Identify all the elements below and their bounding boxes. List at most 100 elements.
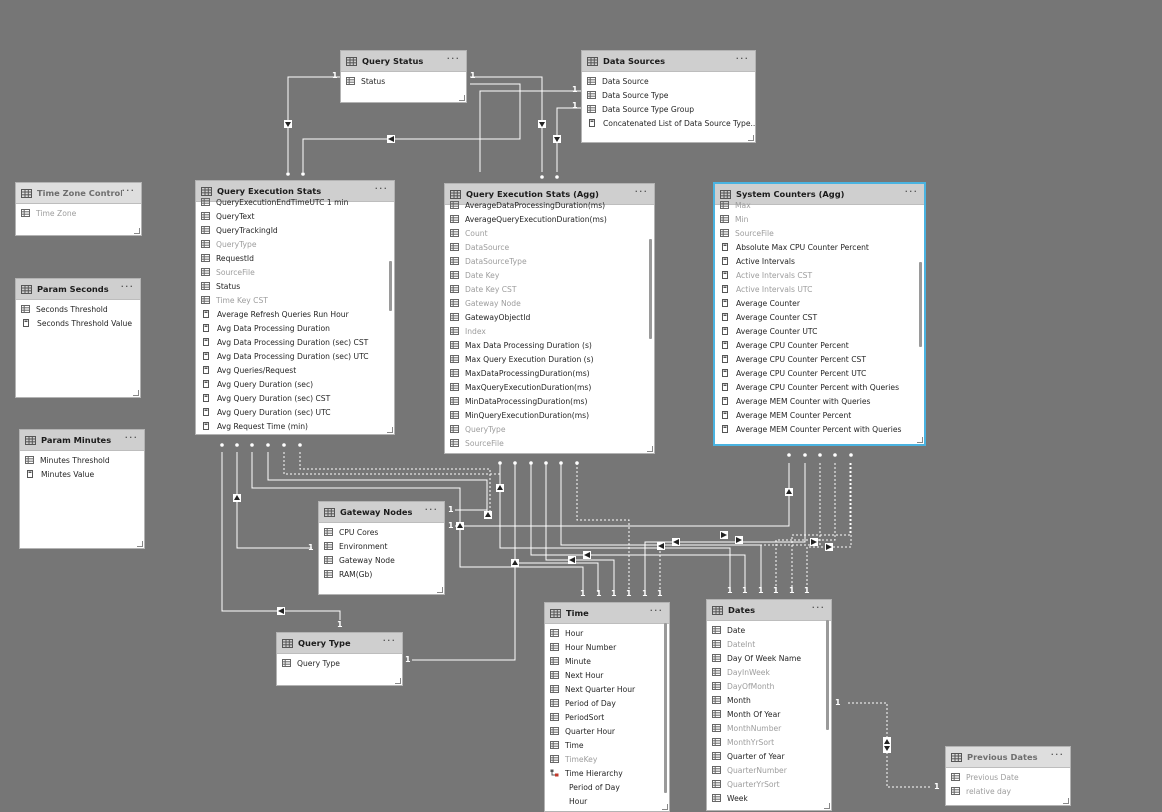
resize-handle[interactable] — [662, 804, 668, 810]
field-row[interactable]: DayOfMonth — [707, 679, 831, 693]
field-row[interactable]: Avg Data Processing Duration — [196, 321, 394, 335]
field-row[interactable]: RequestId — [196, 251, 394, 265]
field-row[interactable]: Status — [196, 279, 394, 293]
field-row[interactable]: QueryType — [196, 237, 394, 251]
table-card-query-execution-stats[interactable]: Query Execution Stats ··· QueryExecutionEn… — [195, 180, 395, 435]
field-row[interactable]: Date — [707, 623, 831, 637]
scrollbar[interactable] — [919, 262, 922, 347]
field-row[interactable]: Average CPU Counter Percent with Queries — [715, 380, 924, 394]
field-row[interactable]: Average Refresh Queries Run Hour — [196, 307, 394, 321]
table-card-previous-dates[interactable]: Previous Dates ··· Previous Date relative d… — [945, 746, 1071, 806]
table-header[interactable]: Previous Dates ··· — [946, 747, 1070, 768]
field-row[interactable]: QuarterYrSort — [707, 777, 831, 791]
field-row[interactable]: MonthNumber — [707, 721, 831, 735]
table-header[interactable]: Time Zone Control ··· — [16, 183, 141, 204]
field-row[interactable]: Hour Number — [545, 640, 669, 654]
field-row[interactable]: Average CPU Counter Percent — [715, 338, 924, 352]
field-row[interactable]: MaxQueryExecutionDuration(ms) — [445, 380, 654, 394]
field-row[interactable]: Average Counter CST — [715, 310, 924, 324]
field-row[interactable]: Avg Data Processing Duration (sec) CST — [196, 335, 394, 349]
table-card-query-execution-stats-agg[interactable]: Query Execution Stats (Agg) ··· AverageDat… — [444, 183, 655, 454]
field-row[interactable]: Minutes Threshold — [20, 453, 144, 467]
field-row[interactable]: TimeKey — [545, 752, 669, 766]
field-row[interactable]: MonthYrSort — [707, 735, 831, 749]
field-row[interactable]: AverageQueryExecutionDuration(ms) — [445, 212, 654, 226]
more-options-icon[interactable]: ··· — [425, 504, 439, 518]
scrollbar[interactable] — [649, 239, 652, 339]
table-header[interactable]: Query Status ··· — [341, 51, 466, 72]
field-row[interactable]: Average Counter UTC — [715, 324, 924, 338]
table-header[interactable]: Data Sources ··· — [582, 51, 755, 72]
field-row[interactable]: Month — [707, 693, 831, 707]
field-row[interactable]: Date Key CST — [445, 282, 654, 296]
field-row[interactable]: DataSource — [445, 240, 654, 254]
field-row[interactable]: Index — [445, 324, 654, 338]
table-card-time-zone-control[interactable]: Time Zone Control ··· Time Zone — [15, 182, 142, 236]
table-card-time[interactable]: Time ··· Hour Hour Number Minute Next Hour Nex… — [544, 602, 670, 812]
field-row[interactable]: SourceFile — [715, 226, 924, 240]
more-options-icon[interactable]: ··· — [121, 281, 135, 295]
field-row[interactable]: Data Source — [582, 74, 755, 88]
table-header[interactable]: Param Minutes ··· — [20, 430, 144, 451]
resize-handle[interactable] — [824, 803, 830, 809]
field-row[interactable]: RAM(Gb) — [319, 567, 444, 581]
field-row[interactable]: CPU Cores — [319, 525, 444, 539]
field-row[interactable]: Quarter Hour — [545, 724, 669, 738]
field-row[interactable]: Average Counter — [715, 296, 924, 310]
field-row[interactable]: Active Intervals CST — [715, 268, 924, 282]
more-options-icon[interactable]: ··· — [736, 53, 750, 67]
field-row[interactable]: Average CPU Counter Percent UTC — [715, 366, 924, 380]
table-header[interactable]: Dates ··· — [707, 600, 831, 621]
field-row[interactable]: SourceFile — [196, 265, 394, 279]
field-row[interactable]: Day Of Week Name — [707, 651, 831, 665]
resize-handle[interactable] — [387, 427, 393, 433]
field-row[interactable]: Avg Request Time (min) — [196, 419, 394, 433]
more-options-icon[interactable]: ··· — [383, 635, 397, 649]
field-row[interactable]: Time Hierarchy — [545, 766, 669, 780]
resize-handle[interactable] — [459, 95, 465, 101]
field-row[interactable]: Hour — [545, 626, 669, 640]
field-row[interactable]: QuarterNumber — [707, 763, 831, 777]
resize-handle[interactable] — [134, 228, 140, 234]
table-header[interactable]: Gateway Nodes ··· — [319, 502, 444, 523]
field-row[interactable]: DataSourceType — [445, 254, 654, 268]
field-row[interactable]: Concatenated List of Data Source Type... — [582, 116, 755, 130]
more-options-icon[interactable]: ··· — [635, 186, 649, 200]
field-row[interactable]: Max Query Execution Duration (s) — [445, 352, 654, 366]
field-row[interactable]: relative day — [946, 784, 1070, 798]
table-header[interactable]: Param Seconds ··· — [16, 279, 140, 300]
field-row[interactable]: Max — [715, 198, 924, 212]
field-row[interactable]: Average MEM Counter with Queries — [715, 394, 924, 408]
field-row[interactable]: Active Intervals UTC — [715, 282, 924, 296]
resize-handle[interactable] — [137, 541, 143, 547]
field-row[interactable]: Previous Date — [946, 770, 1070, 784]
field-row[interactable]: MinQueryExecutionDuration(ms) — [445, 408, 654, 422]
field-row[interactable]: Time Zone — [16, 206, 141, 220]
field-row[interactable]: PeriodSort — [545, 710, 669, 724]
more-options-icon[interactable]: ··· — [122, 185, 136, 199]
more-options-icon[interactable]: ··· — [447, 53, 461, 67]
field-row[interactable]: QueryTrackingId — [196, 223, 394, 237]
field-row[interactable]: AverageDataProcessingDuration(ms) — [445, 198, 654, 212]
field-row[interactable]: Average MEM Counter Percent with Queries — [715, 422, 924, 436]
more-options-icon[interactable]: ··· — [905, 186, 919, 200]
resize-handle[interactable] — [437, 587, 443, 593]
field-row[interactable]: MinDataProcessingDuration(ms) — [445, 394, 654, 408]
field-row[interactable]: QueryText — [196, 209, 394, 223]
field-row[interactable]: Seconds Threshold Value — [16, 316, 140, 330]
more-options-icon[interactable]: ··· — [812, 602, 826, 616]
field-row[interactable]: MaxDataProcessingDuration(ms) — [445, 366, 654, 380]
field-row[interactable]: Count — [445, 226, 654, 240]
field-row[interactable]: Average CPU Counter Percent CST — [715, 352, 924, 366]
field-row[interactable]: Status — [341, 74, 466, 88]
table-card-query-type[interactable]: Query Type ··· Query Type — [276, 632, 403, 686]
table-card-dates[interactable]: Dates ··· Date DateInt Day Of Week Name DayIn… — [706, 599, 832, 811]
table-card-data-sources[interactable]: Data Sources ··· Data Source Data Source Ty… — [581, 50, 756, 143]
field-row[interactable]: SourceFile — [445, 436, 654, 450]
field-row[interactable]: Avg Query Duration (sec) UTC — [196, 405, 394, 419]
field-row[interactable]: Data Source Type — [582, 88, 755, 102]
table-card-system-counters-agg[interactable]: System Counters (Agg) ··· Max Min SourceFile… — [713, 182, 926, 446]
scrollbar[interactable] — [664, 623, 667, 793]
field-row[interactable]: Hour — [545, 794, 669, 808]
table-card-param-seconds[interactable]: Param Seconds ··· Seconds Threshold Seconds… — [15, 278, 141, 398]
